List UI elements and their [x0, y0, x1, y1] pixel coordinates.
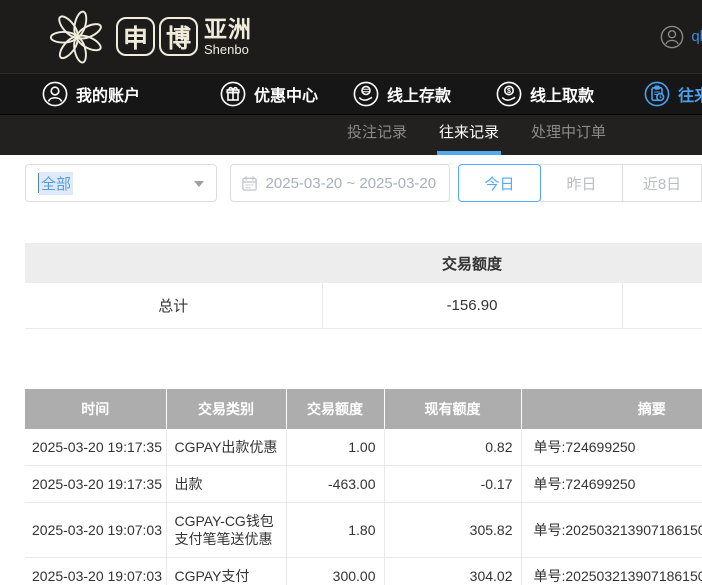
brand-char-bo: 博 [159, 17, 198, 56]
cell-balance: 0.82 [383, 428, 521, 466]
today-button[interactable]: 今日 [458, 164, 541, 202]
user-account-area[interactable]: qb [660, 25, 702, 49]
brand-char-shen: 申 [116, 17, 155, 56]
table-header-row: 时间 交易类别 交易额度 现有额度 摘要 [25, 388, 702, 429]
svg-text:$: $ [507, 88, 511, 95]
tab-processing-orders[interactable]: 处理中订单 [529, 115, 608, 155]
brand-logo[interactable]: 申 博 亚洲 Shenbo [0, 8, 252, 66]
main-navigation: 我的账户 优惠中心 线上存款 $ 线上取款 往 [0, 73, 702, 115]
gift-icon [220, 81, 246, 107]
withdraw-hand-dollar-icon: $ [496, 81, 522, 107]
table-row: 2025-03-20 19:17:35 出款 -463.00 -0.17 单号:… [25, 465, 702, 503]
header-amount: 交易额度 [285, 388, 384, 429]
nav-label: 线上取款 [530, 88, 595, 105]
category-select[interactable]: 全部 [25, 164, 217, 202]
summary-header-amount: 交易额度 [322, 243, 622, 283]
nav-item-transaction-records[interactable]: 往来记录 [644, 81, 702, 107]
table-row: 2025-03-20 19:17:35 CGPAY出款优惠 1.00 0.82 … [25, 428, 702, 466]
cell-amount: 300.00 [285, 557, 384, 585]
cell-amount: 1.00 [285, 428, 384, 466]
cell-memo: 单号:724699250 [520, 465, 702, 503]
summary-empty-cell [621, 283, 702, 329]
cell-type: CGPAY支付 [165, 557, 286, 585]
cell-memo: 单号:202503213907186150 [520, 557, 702, 585]
filter-row: 全部 2025-03-20 ~ 2025-03-20 今日 昨日 近8日 [0, 155, 702, 202]
summary-header-empty [25, 243, 322, 283]
user-icon [42, 81, 68, 107]
summary-total-label: 总计 [25, 283, 322, 329]
quick-range-buttons: 今日 昨日 近8日 [458, 164, 702, 202]
yesterday-button[interactable]: 昨日 [540, 164, 623, 202]
date-range-value: 2025-03-20 ~ 2025-03-20 [265, 174, 437, 192]
summary-total-value: -156.90 [321, 283, 622, 329]
tab-transaction-records[interactable]: 往来记录 [437, 115, 502, 155]
nav-label: 优惠中心 [254, 88, 319, 105]
category-select-value: 全部 [39, 171, 74, 195]
username-text[interactable]: qb [691, 28, 702, 45]
flower-logo-icon [49, 10, 102, 63]
cell-amount: -463.00 [285, 465, 384, 503]
record-tab-bar: 投注记录 往来记录 处理中订单 [0, 115, 702, 155]
cell-time: 2025-03-20 19:07:03 [25, 502, 166, 558]
cell-amount: 1.80 [285, 502, 384, 558]
dropdown-arrow-icon [193, 181, 204, 187]
nav-label: 线上存款 [387, 88, 452, 105]
cell-type: 出款 [165, 465, 286, 503]
nav-label: 我的账户 [76, 88, 141, 105]
user-avatar-icon [661, 25, 684, 48]
brand-header: 申 博 亚洲 Shenbo qb [0, 0, 702, 73]
header-balance: 现有额度 [383, 388, 521, 429]
cell-balance: -0.17 [383, 465, 521, 503]
table-row: 2025-03-20 19:07:03 CGPAY-CG钱包支付笔笔送优惠 1.… [25, 502, 702, 558]
cell-memo: 单号:202503213907186150 [520, 502, 702, 558]
deposit-hand-coin-icon [353, 81, 379, 107]
nav-item-online-withdrawal[interactable]: $ 线上取款 [496, 81, 594, 107]
cell-time: 2025-03-20 19:07:03 [25, 557, 166, 585]
transactions-table: 时间 交易类别 交易额度 现有额度 摘要 2025-03-20 19:17:35… [25, 388, 702, 585]
nav-item-promotions[interactable]: 优惠中心 [220, 81, 318, 107]
cell-type: CGPAY出款优惠 [165, 428, 286, 466]
clipboard-clock-icon [644, 81, 670, 107]
table-row: 2025-03-20 19:07:03 CGPAY支付 300.00 304.0… [25, 557, 702, 585]
summary-header-row: 交易额度 [25, 243, 702, 283]
brand-region-label: 亚洲 [204, 15, 252, 42]
brand-subtitle: Shenbo [204, 41, 249, 57]
cell-time: 2025-03-20 19:17:35 [25, 465, 166, 503]
date-range-input[interactable]: 2025-03-20 ~ 2025-03-20 [229, 164, 450, 202]
header-memo: 摘要 [520, 388, 702, 429]
calendar-icon [241, 175, 257, 191]
nav-item-online-deposit[interactable]: 线上存款 [353, 81, 451, 107]
cell-memo: 单号:724699250 [520, 428, 702, 466]
summary-header-empty [622, 243, 702, 283]
summary-table: 交易额度 总计 -156.90 [25, 243, 702, 329]
cell-type: CGPAY-CG钱包支付笔笔送优惠 [165, 502, 286, 558]
cell-time: 2025-03-20 19:17:35 [25, 428, 166, 466]
nav-item-my-account[interactable]: 我的账户 [42, 81, 140, 107]
nav-label: 往来记录 [678, 88, 702, 105]
cell-balance: 305.82 [383, 502, 521, 558]
header-type: 交易类别 [165, 388, 286, 429]
content-area: 全部 2025-03-20 ~ 2025-03-20 今日 昨日 近8日 交易额… [0, 155, 702, 585]
header-time: 时间 [25, 388, 166, 429]
cell-balance: 304.02 [383, 557, 521, 585]
last-8-days-button[interactable]: 近8日 [622, 164, 702, 202]
summary-total-row: 总计 -156.90 [25, 283, 702, 329]
tab-betting-records[interactable]: 投注记录 [345, 115, 409, 155]
